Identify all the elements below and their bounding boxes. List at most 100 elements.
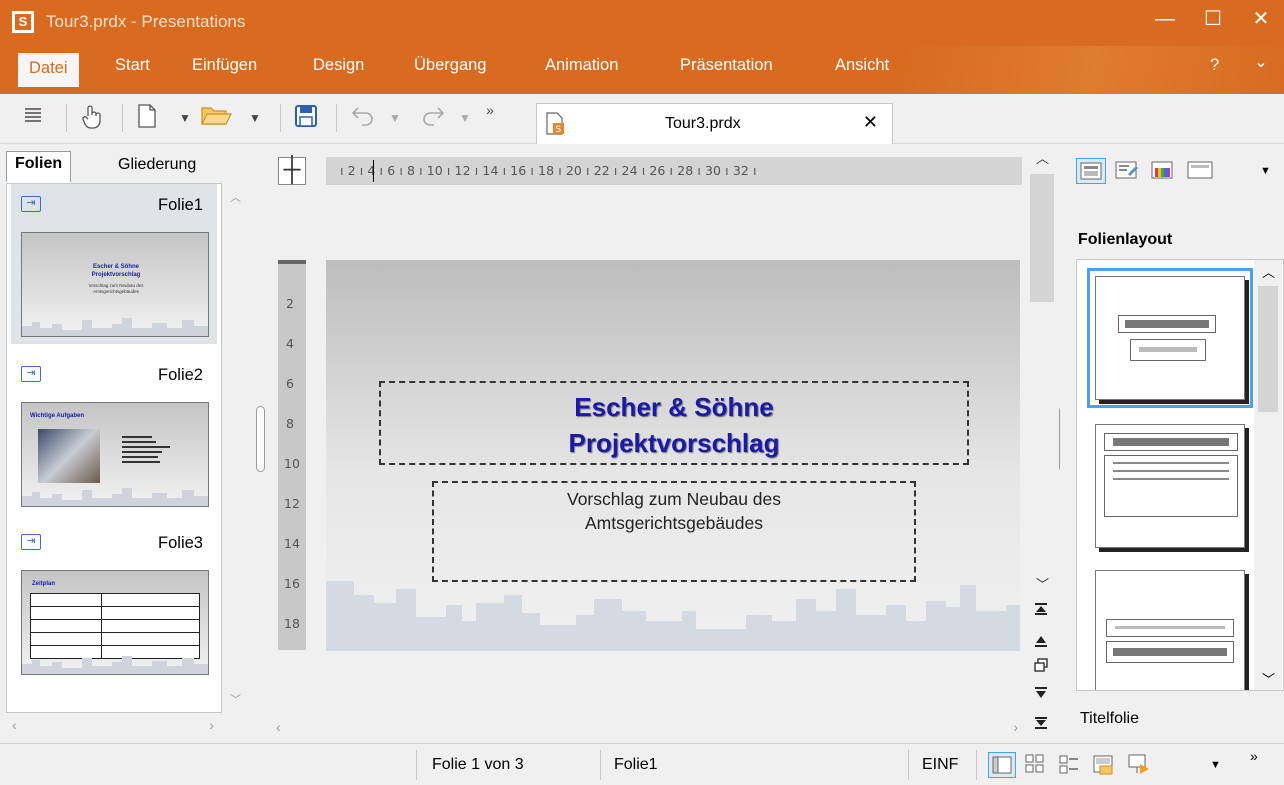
ruler-cursor-marker [373,160,374,182]
close-button[interactable]: ✕ [1238,0,1284,40]
scroll-right-icon[interactable]: › [209,717,214,733]
redo-icon[interactable] [418,104,448,132]
slide-transition-icon: ⇥ [21,534,41,550]
menu-design[interactable]: Design [313,56,364,75]
slide-thumbnail-2[interactable]: ⇥ Folie2 Wichtige Aufgaben [11,354,217,514]
slide-layout-panel-icon[interactable] [1076,158,1106,184]
slide-thumbnail-3[interactable]: ⇥ Folie3 Zeitplan [11,522,217,682]
slide-preview: Escher & Söhne Projektvorschlag Vorschla… [21,232,209,337]
menu-datei[interactable]: Datei [18,53,79,87]
undo-dropdown-icon[interactable]: ▼ [386,104,404,132]
normal-view-icon[interactable] [988,752,1016,778]
scroll-left-icon[interactable]: ‹ [12,717,17,733]
slide-name: Folie1 [158,196,203,214]
vertical-ruler[interactable]: 2 4 6 8 10 12 14 16 18 [278,260,306,650]
previous-slide-icon[interactable] [1031,634,1051,654]
next-slide-icon[interactable] [1031,686,1051,706]
slide-thumbnail-1[interactable]: ⇥ Folie1 Escher & Söhne Projektvorschlag… [11,184,217,344]
layout-list-vscrollbar[interactable]: ︿ ﹀ [1254,260,1282,690]
panel-dropdown-icon[interactable]: ▼ [1260,158,1276,184]
layout-section-header[interactable] [1095,570,1245,690]
statusbar-more-button[interactable]: » [1250,748,1258,764]
scroll-up-icon[interactable]: ︿ [1262,262,1275,281]
menu-animation[interactable]: Animation [545,56,618,75]
last-slide-icon[interactable] [1031,716,1051,736]
slide-thumbnail-list: ⇥ Folie1 Escher & Söhne Projektvorschlag… [6,183,222,713]
left-panel-splitter[interactable] [256,406,265,472]
scroll-down-icon[interactable]: ﹀ [1262,669,1275,688]
slide-name: Folie2 [158,366,203,384]
slide-list-hscrollbar[interactable]: ‹ › [6,713,222,741]
slide-canvas[interactable]: Escher & Söhne Projektvorschlag Vorschla… [326,260,1020,651]
slide-design-panel-icon[interactable] [1112,158,1142,184]
slide-list-vscrollbar[interactable]: ︿ ﹀ [222,183,250,713]
open-dropdown-icon[interactable]: ▼ [246,104,264,132]
notes-view-icon[interactable] [1090,752,1118,778]
slide-subtitle-line-1: Vorschlag zum Neubau des [566,489,782,509]
save-icon[interactable] [292,104,320,132]
slide-transition-icon: ⇥ [21,196,41,212]
slide-name: Folie3 [158,534,203,552]
hand-icon[interactable] [78,104,106,132]
slide-title-line-2: Projektvorschlag [568,428,780,458]
hamburger-menu-icon[interactable] [20,104,46,132]
scroll-up-icon[interactable]: ︿ [1036,148,1049,167]
start-presentation-icon[interactable] [1126,752,1154,778]
slide-overview-icon[interactable] [1031,658,1051,678]
slide-name-status: Folie1 [614,756,658,773]
scroll-up-icon[interactable]: ︿ [230,189,241,205]
scroll-down-icon[interactable]: ﹀ [1036,574,1049,593]
horizontal-ruler[interactable]: ı 2 ı 4 ı 6 ı 8 ı 10 ı 12 ı 14 ı 16 ı 18… [326,157,1022,185]
undo-icon[interactable] [348,104,378,132]
maximize-button[interactable]: ☐ [1190,0,1236,40]
slide-subtitle-line-2: Amtsgerichtsgebäudes [584,513,764,533]
new-document-dropdown-icon[interactable]: ▼ [176,104,194,132]
toolbar-more-button[interactable]: » [480,96,500,124]
document-tab-close-icon[interactable]: ✕ [863,112,878,133]
slide-master-panel-icon[interactable] [1184,158,1214,184]
scroll-right-icon[interactable]: › [1013,719,1018,735]
menu-ansicht[interactable]: Ansicht [835,56,889,75]
outline-view-icon[interactable] [1056,752,1084,778]
app-logo-icon: S [12,11,34,33]
insert-mode-status[interactable]: EINF [922,756,958,774]
menu-einfuegen[interactable]: Einfügen [192,56,257,75]
first-slide-icon[interactable] [1031,602,1051,622]
menu-uebergang[interactable]: Übergang [414,56,486,75]
open-folder-icon[interactable] [194,104,238,132]
ribbon-collapse-button[interactable]: ⌄ [1254,52,1268,72]
tab-stop-selector[interactable]: ┼ [278,157,306,185]
tab-gliederung[interactable]: Gliederung [110,153,204,177]
redo-dropdown-icon[interactable]: ▼ [456,104,474,132]
editor-hscrollbar[interactable]: ‹ › [268,715,1028,743]
slide-position-status: Folie 1 von 3 [432,756,524,773]
slide-preview: Wichtige Aufgaben [21,402,209,507]
scroll-left-icon[interactable]: ‹ [276,719,281,735]
scroll-down-icon[interactable]: ﹀ [230,691,241,707]
skyline-background-graphic [326,581,1020,651]
tab-folien[interactable]: Folien [6,151,72,183]
editor-scroll-thumb[interactable] [1030,174,1054,302]
layout-list [1076,259,1284,691]
menu-praesentation[interactable]: Präsentation [680,56,773,75]
svg-text:S: S [556,125,562,135]
presentation-file-icon: S [546,112,564,135]
color-scheme-panel-icon[interactable] [1148,158,1178,184]
document-tab-title: Tour3.prdx [665,115,741,132]
minimize-button[interactable]: — [1142,0,1188,40]
new-document-icon[interactable] [134,104,160,132]
document-tab[interactable]: S Tour3.prdx ✕ [536,103,893,144]
window-title: Tour3.prdx - Presentations [46,12,246,31]
menu-start[interactable]: Start [115,56,150,75]
layout-panel-heading: Folienlayout [1078,231,1173,248]
layout-title-slide[interactable] [1087,268,1253,408]
selected-layout-name: Titelfolie [1080,710,1139,727]
layout-scroll-thumb[interactable] [1258,286,1278,412]
slide-subtitle-placeholder[interactable]: Vorschlag zum Neubau des Amtsgerichtsgeb… [432,481,916,582]
help-button[interactable]: ? [1210,56,1219,75]
presentation-dropdown-icon[interactable]: ▼ [1210,752,1226,778]
layout-title-and-text[interactable] [1095,424,1245,548]
slide-sorter-view-icon[interactable] [1022,752,1050,778]
slide-transition-icon: ⇥ [21,366,41,382]
slide-title-placeholder[interactable]: Escher & Söhne Projektvorschlag [379,381,969,465]
